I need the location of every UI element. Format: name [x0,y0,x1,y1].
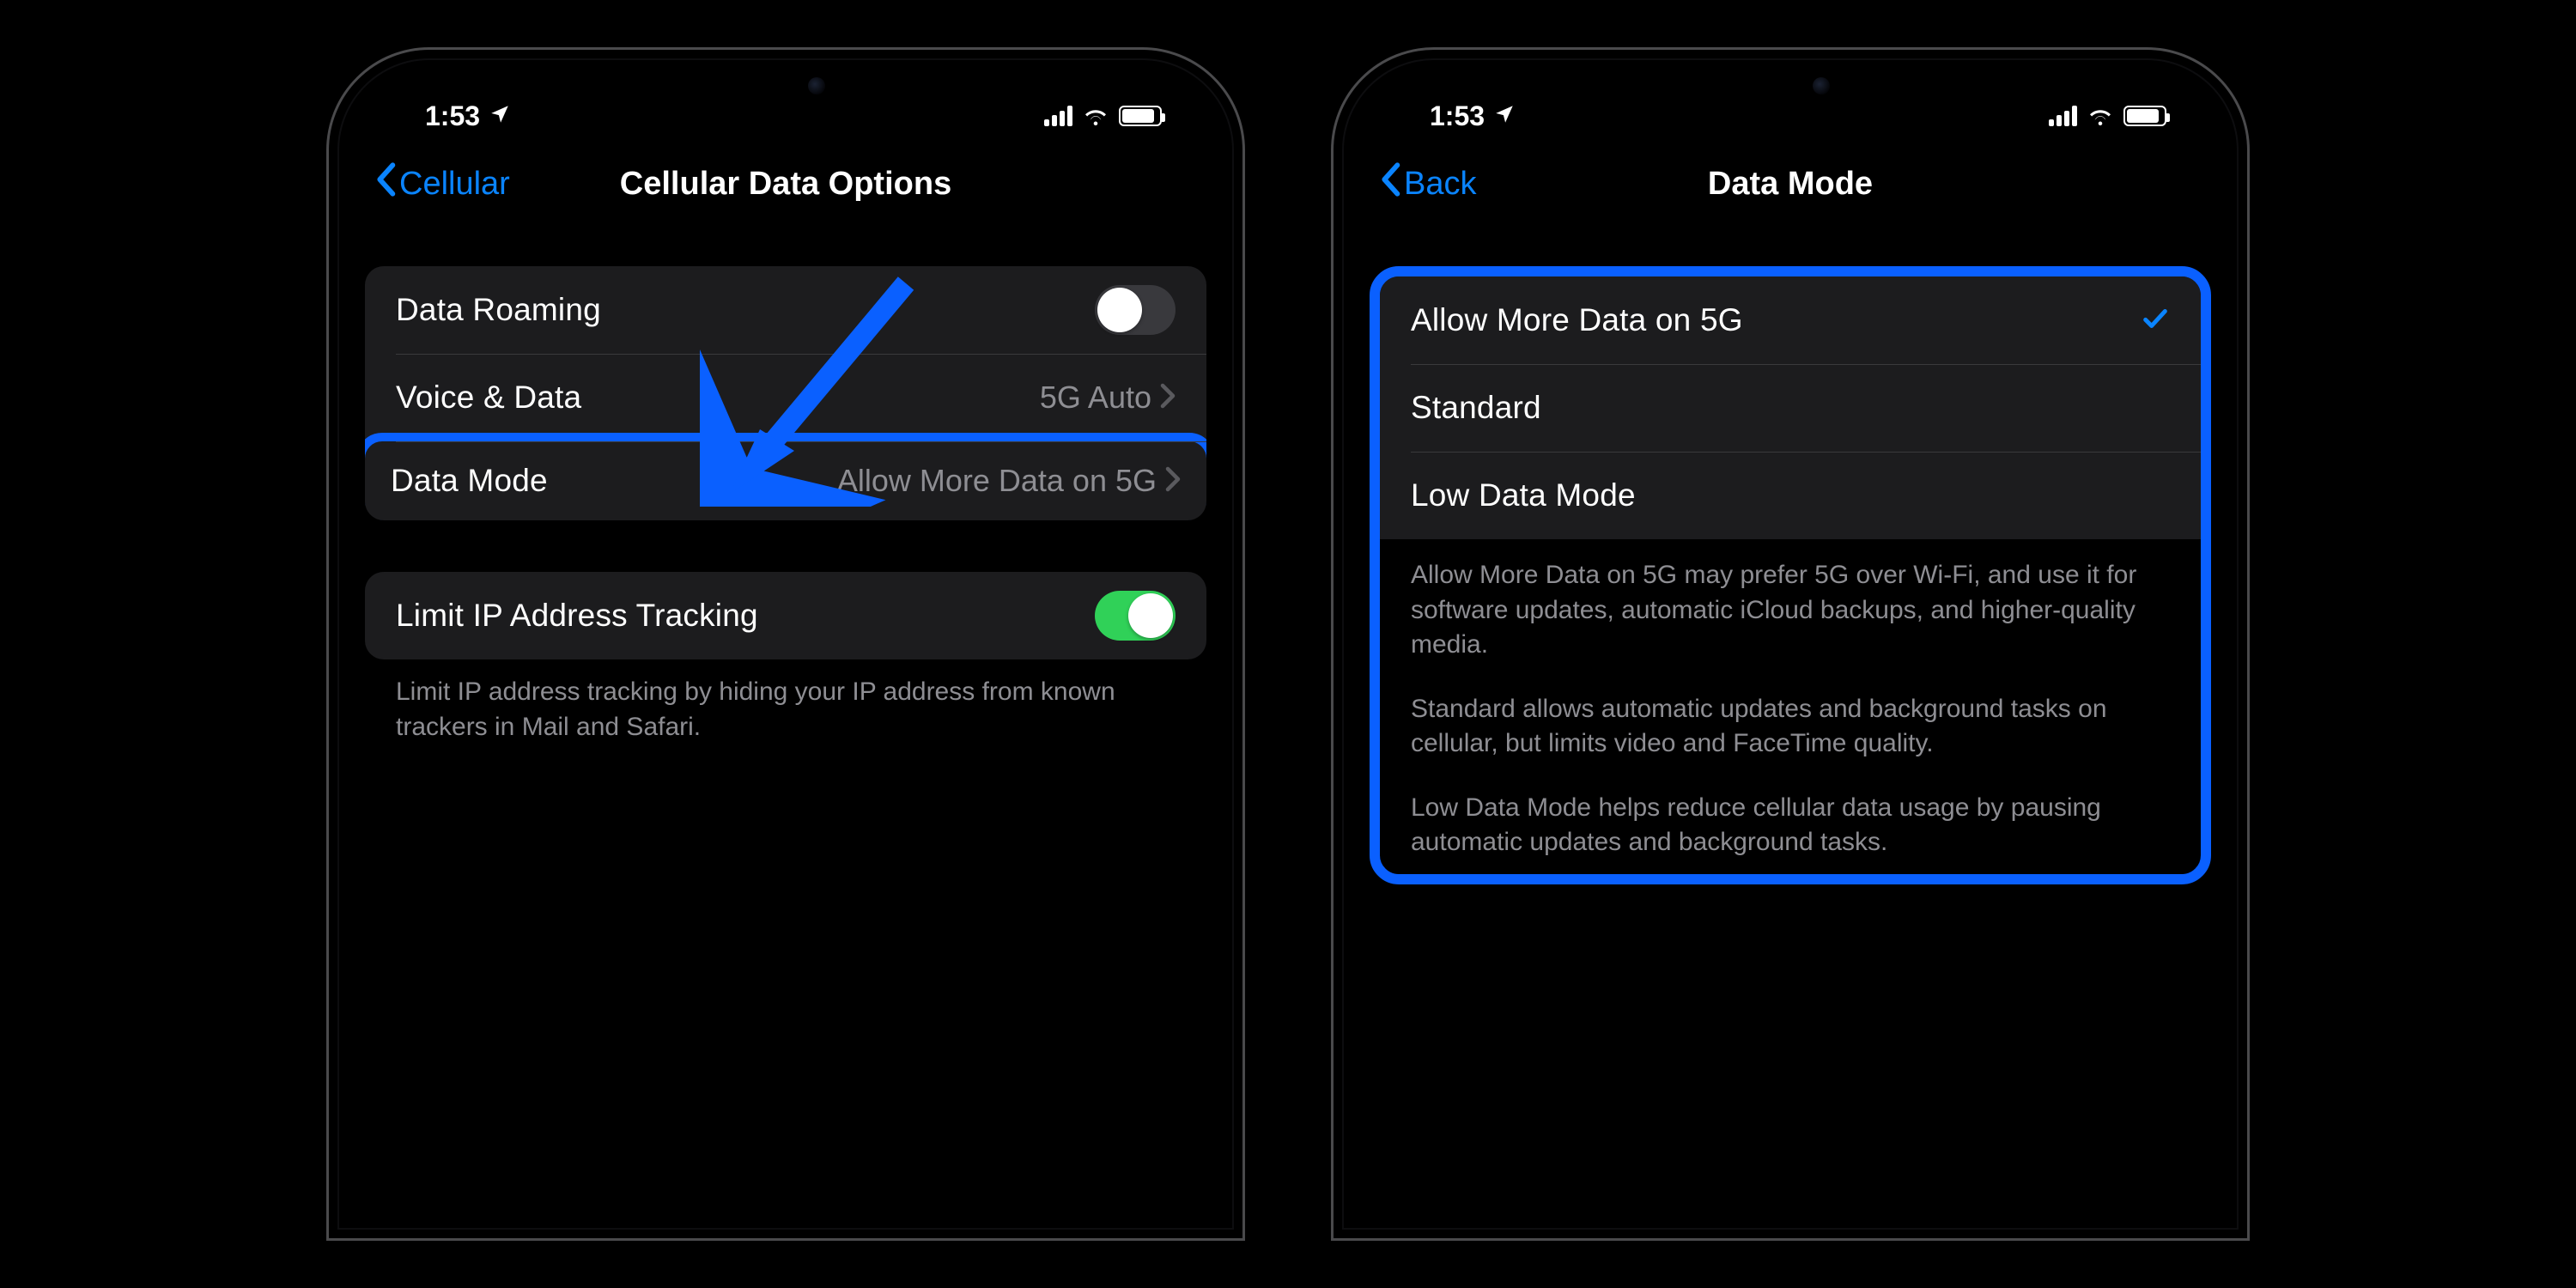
navigation-bar: Cellular Cellular Data Options [365,146,1206,223]
status-time: 1:53 [1430,100,1485,132]
volume-down-button [1331,531,1334,634]
camera-icon [1813,77,1830,94]
chevron-left-icon [374,162,398,205]
location-icon [1493,100,1516,132]
checkmark-icon [2141,304,2170,337]
footer-text-limit-ip: Limit IP address tracking by hiding your… [365,659,1206,744]
option-allow-more-5g[interactable]: Allow More Data on 5G [1380,276,2201,364]
row-label: Limit IP Address Tracking [396,598,758,634]
highlight-box: Allow More Data on 5G Standard Low Data … [1370,266,2211,884]
power-button [2247,419,2250,582]
settings-group-2: Limit IP Address Tracking [365,572,1206,659]
content-area: Data Roaming Voice & Data 5G Auto Data M… [365,266,1206,744]
footer-paragraph-3: Low Data Mode helps reduce cellular data… [1380,791,2201,866]
option-label: Allow More Data on 5G [1411,302,1743,338]
power-button [1242,419,1245,582]
cellular-signal-icon [1044,106,1072,126]
footer-paragraph-2: Standard allows automatic updates and ba… [1380,692,2201,767]
back-label: Cellular [399,166,510,203]
volume-down-button [326,531,329,634]
row-data-mode[interactable]: Data Mode Allow More Data on 5G [365,433,1206,520]
row-value: 5G Auto [1040,380,1151,416]
screen-left: 1:53 Cellular Cellular Data Op [339,60,1232,1228]
row-value: Allow More Data on 5G [837,463,1157,499]
option-label: Standard [1411,390,1541,426]
battery-icon [2123,106,2166,126]
back-button[interactable]: Cellular [374,162,510,205]
location-icon [489,100,511,132]
phone-frame-right: 1:53 Back Data Mode [1331,47,2250,1241]
navigation-bar: Back Data Mode [1370,146,2211,223]
chevron-right-icon [1165,466,1181,496]
back-label: Back [1404,166,1476,203]
page-title: Cellular Data Options [620,166,951,203]
mute-switch [1331,290,1334,342]
wifi-icon [1083,100,1109,132]
screen-right: 1:53 Back Data Mode [1344,60,2237,1228]
chevron-left-icon [1378,162,1402,205]
row-voice-and-data[interactable]: Voice & Data 5G Auto [365,354,1206,441]
data-mode-options-group: Allow More Data on 5G Standard Low Data … [1380,276,2201,539]
camera-icon [808,77,825,94]
phone-frame-left: 1:53 Cellular Cellular Data Op [326,47,1245,1241]
notch [644,60,927,112]
chevron-right-icon [1160,383,1176,413]
cellular-signal-icon [2049,106,2077,126]
toggle-data-roaming[interactable] [1095,285,1176,335]
option-low-data-mode[interactable]: Low Data Mode [1380,452,2201,539]
row-data-roaming[interactable]: Data Roaming [365,266,1206,354]
mute-switch [326,290,329,342]
wifi-icon [2087,100,2113,132]
toggle-limit-ip[interactable] [1095,591,1176,641]
row-limit-ip-tracking[interactable]: Limit IP Address Tracking [365,572,1206,659]
content-area: Allow More Data on 5G Standard Low Data … [1370,266,2211,884]
option-label: Low Data Mode [1411,477,1636,513]
footer-paragraph-1: Allow More Data on 5G may prefer 5G over… [1380,539,2201,668]
option-standard[interactable]: Standard [1380,364,2201,452]
row-label: Data Roaming [396,292,601,328]
battery-icon [1119,106,1162,126]
volume-up-button [326,393,329,496]
back-button[interactable]: Back [1378,162,1476,205]
row-label: Data Mode [391,463,548,499]
notch [1649,60,1932,112]
status-time: 1:53 [425,100,480,132]
volume-up-button [1331,393,1334,496]
settings-group-1: Data Roaming Voice & Data 5G Auto Data M… [365,266,1206,520]
row-label: Voice & Data [396,380,581,416]
page-title: Data Mode [1708,166,1873,203]
